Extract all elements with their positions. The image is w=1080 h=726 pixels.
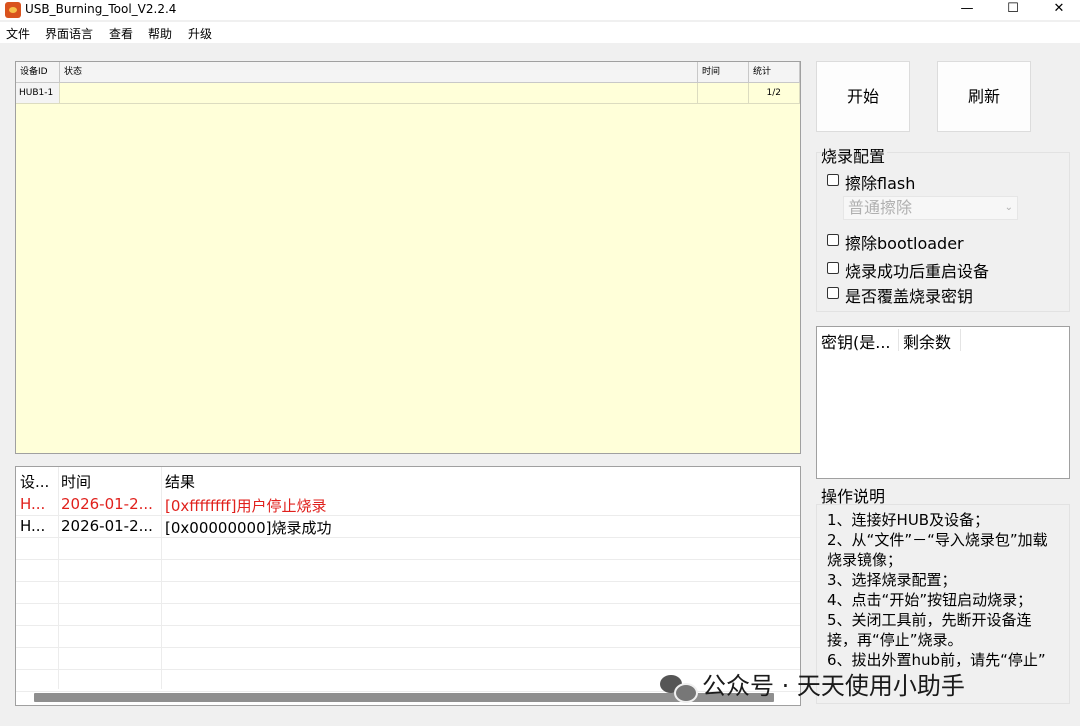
close-button[interactable]: ✕	[1036, 0, 1080, 20]
refresh-button[interactable]: 刷新	[937, 61, 1031, 132]
instruction-line: 烧录镜像；	[827, 551, 903, 569]
key-list-divider	[898, 329, 899, 351]
device-row[interactable]: HUB1-1 1/2	[16, 83, 800, 104]
instruction-line: 4、点击“开始”按钮启动烧录；	[827, 591, 1033, 609]
log-device-cell: H...	[20, 495, 46, 513]
erase-flash-label[interactable]: 擦除flash	[845, 170, 915, 194]
device-stats-cell: 1/2	[749, 83, 800, 103]
minimize-button[interactable]: —	[944, 0, 990, 20]
device-status-cell	[60, 83, 698, 103]
burn-config-title: 烧录配置	[821, 143, 888, 167]
erase-bootloader-checkbox[interactable]	[827, 234, 839, 246]
column-stats[interactable]: 统计	[749, 62, 800, 82]
log-row-empty	[16, 559, 800, 582]
key-list-column-remaining[interactable]: 剩余数	[903, 329, 951, 353]
key-list-column-key[interactable]: 密钥(是...	[821, 329, 891, 353]
instruction-line: 5、关闭工具前，先断开设备连	[827, 611, 1032, 629]
erase-flash-checkbox[interactable]	[827, 174, 839, 186]
log-result-cell: [0xffffffff]用户停止烧录	[165, 497, 327, 515]
column-time[interactable]: 时间	[698, 62, 749, 82]
log-row-empty	[16, 603, 800, 626]
log-header: 设... 时间 结果	[16, 469, 800, 493]
key-list[interactable]: 密钥(是... 剩余数	[816, 326, 1070, 479]
menu-view[interactable]: 查看	[109, 25, 133, 42]
instruction-line: 3、选择烧录配置；	[827, 571, 957, 589]
app-icon	[5, 2, 21, 18]
column-device-id[interactable]: 设备ID	[16, 62, 60, 82]
device-time-cell	[698, 83, 749, 103]
menu-help[interactable]: 帮助	[148, 25, 172, 42]
device-grid-header: 设备ID 状态 时间 统计	[16, 62, 800, 83]
log-column-time[interactable]: 时间	[61, 471, 91, 492]
title-bar: USB_Burning_Tool_V2.2.4 — ☐ ✕	[0, 0, 1080, 20]
window-title: USB_Burning_Tool_V2.2.4	[25, 2, 177, 16]
key-list-divider	[960, 329, 961, 351]
column-status[interactable]: 状态	[60, 62, 698, 82]
log-result-cell: [0x00000000]烧录成功	[165, 519, 332, 537]
erase-bootloader-label[interactable]: 擦除bootloader	[845, 230, 964, 254]
maximize-button[interactable]: ☐	[990, 0, 1036, 20]
chevron-down-icon: ⌄	[1004, 202, 1013, 213]
instruction-line: 接，再“停止”烧录。	[827, 631, 963, 649]
log-row[interactable]: H... 2026-01-2... [0xffffffff]用户停止烧录	[16, 493, 800, 516]
overwrite-key-checkbox[interactable]	[827, 287, 839, 299]
log-row-empty	[16, 537, 800, 560]
log-time-cell: 2026-01-2...	[61, 495, 153, 513]
device-id-cell: HUB1-1	[16, 83, 60, 103]
reboot-after-label[interactable]: 烧录成功后重启设备	[845, 258, 989, 282]
device-grid[interactable]: 设备ID 状态 时间 统计 HUB1-1 1/2	[15, 61, 801, 454]
instruction-line: 1、连接好HUB及设备；	[827, 511, 990, 529]
menu-language[interactable]: 界面语言	[45, 25, 93, 42]
start-button[interactable]: 开始	[816, 61, 910, 132]
log-column-result[interactable]: 结果	[165, 471, 195, 492]
watermark: 公众号 · 天天使用小助手	[660, 666, 965, 703]
log-row[interactable]: H... 2026-01-2... [0x00000000]烧录成功	[16, 515, 800, 538]
menu-bar: 文件 界面语言 查看 帮助 升级	[0, 22, 1080, 43]
log-row-empty	[16, 625, 800, 648]
watermark-text: 公众号 · 天天使用小助手	[702, 672, 965, 700]
erase-mode-value: 普通擦除	[848, 198, 913, 217]
menu-upgrade[interactable]: 升级	[188, 25, 212, 42]
overwrite-key-label[interactable]: 是否覆盖烧录密钥	[845, 283, 973, 307]
erase-mode-select[interactable]: 普通擦除 ⌄	[843, 196, 1018, 220]
log-time-cell: 2026-01-2...	[61, 517, 153, 535]
log-column-device[interactable]: 设...	[20, 471, 49, 492]
reboot-after-checkbox[interactable]	[827, 262, 839, 274]
instruction-line: 2、从“文件”－“导入烧录包”加载	[827, 531, 1048, 549]
log-device-cell: H...	[20, 517, 46, 535]
menu-file[interactable]: 文件	[6, 25, 30, 42]
wechat-icon	[660, 673, 698, 703]
log-row-empty	[16, 581, 800, 604]
